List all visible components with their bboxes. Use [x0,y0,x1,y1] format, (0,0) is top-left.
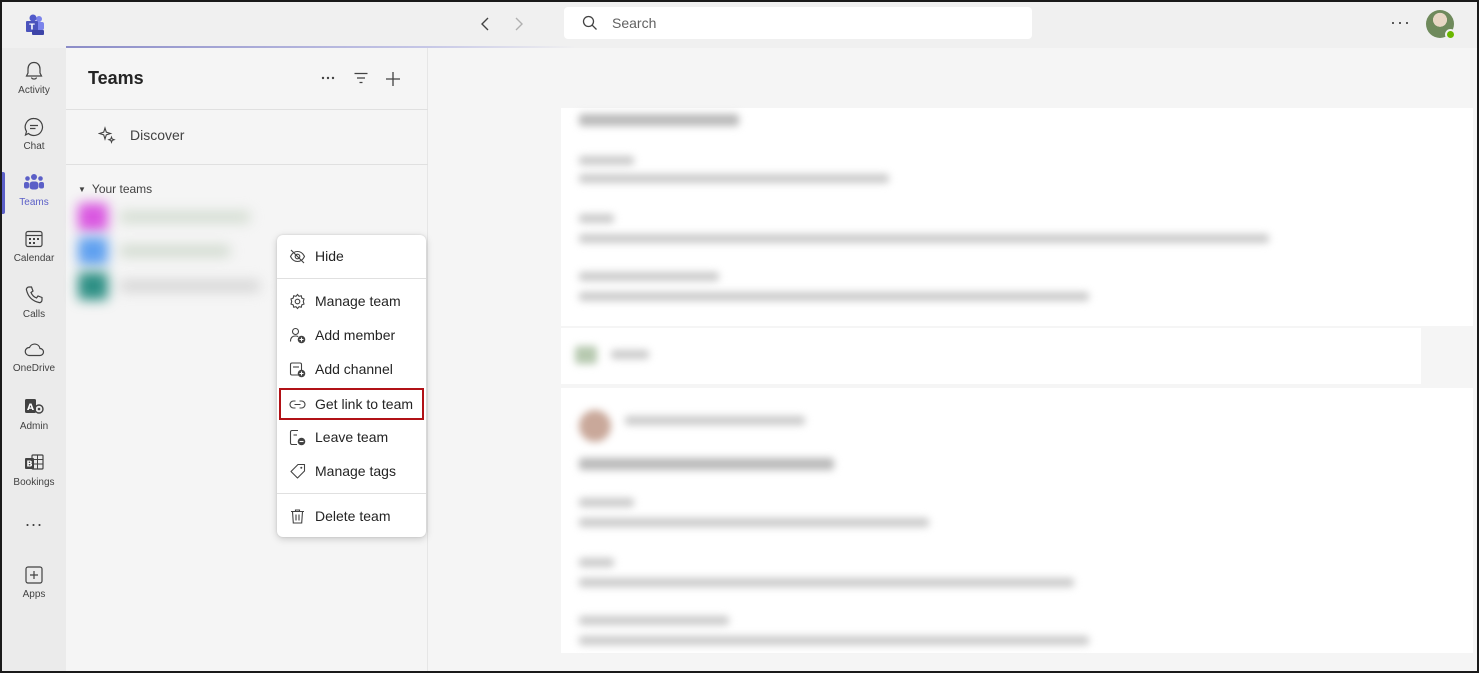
menu-label: Add channel [315,361,393,377]
menu-label: Hide [315,248,344,264]
leave-team-menu-item[interactable]: Leave team [281,423,422,451]
back-button[interactable] [476,14,496,34]
user-avatar[interactable] [1426,10,1454,38]
bell-icon [23,60,45,82]
menu-label: Manage tags [315,463,396,479]
rail-label: Calendar [2,253,66,264]
leave-icon [289,429,306,446]
post-card [561,108,1473,326]
rail-label: Calls [2,309,66,320]
panel-divider [66,164,428,165]
panel-title: Teams [88,68,144,89]
admin-icon: A [23,396,45,418]
menu-label: Delete team [315,508,390,524]
team-context-menu: Hide Manage team Add member Add channel … [277,235,426,537]
add-channel-menu-item[interactable]: Add channel [281,355,422,383]
rail-item-calls[interactable]: Calls [2,278,66,332]
delete-team-menu-item[interactable]: Delete team [281,502,422,530]
trash-icon [289,508,306,525]
filter-icon [353,70,369,86]
calendar-icon [23,228,45,250]
plus-icon [384,70,402,88]
search-placeholder: Search [612,15,656,31]
chat-icon [23,116,45,138]
get-link-menu-item[interactable]: Get link to team [281,390,422,418]
menu-separator [277,493,426,494]
more-options-button[interactable] [320,70,336,91]
rail-item-admin[interactable]: A Admin [2,390,66,444]
manage-team-menu-item[interactable]: Manage team [281,287,422,315]
sparkle-icon [98,126,116,144]
link-icon [289,396,306,413]
chevron-right-icon [508,14,528,34]
discover-label: Discover [130,127,184,143]
add-channel-icon [289,361,306,378]
rail-label: Teams [2,197,66,208]
create-team-button[interactable] [384,70,402,93]
app-rail: Activity Chat Teams Calendar Calls OneDr… [2,48,66,673]
search-box[interactable]: Search [564,7,1032,39]
add-person-icon [289,327,306,344]
discover-link[interactable]: Discover [98,126,184,144]
teams-window: T Search ··· Activity Chat Teams [0,0,1479,673]
rail-label: OneDrive [2,363,66,374]
presence-available-icon [1445,29,1456,40]
manage-tags-menu-item[interactable]: Manage tags [281,457,422,485]
title-bar: T Search ··· [2,2,1477,48]
reply-bar [561,328,1421,384]
rail-label: Admin [2,421,66,432]
menu-separator [277,278,426,279]
your-teams-header[interactable]: ▼ Your teams [78,182,152,196]
rail-item-calendar[interactable]: Calendar [2,222,66,276]
hide-menu-item[interactable]: Hide [281,242,422,270]
bookings-icon: B [23,452,45,474]
eye-off-icon [289,248,306,265]
rail-item-bookings[interactable]: B Bookings [2,446,66,500]
menu-label: Add member [315,327,395,343]
rail-label: Chat [2,141,66,152]
main-content [429,48,1477,673]
more-horizontal-icon [320,70,336,86]
rail-item-teams[interactable]: Teams [2,166,66,220]
menu-label: Get link to team [315,396,413,412]
teams-logo-icon: T [24,14,46,36]
team-item[interactable] [70,235,274,267]
section-label: Your teams [92,182,152,196]
caret-down-icon: ▼ [78,185,86,194]
add-app-icon [23,564,45,586]
filter-button[interactable] [353,70,369,91]
rail-item-apps[interactable]: Apps [2,558,66,612]
svg-text:A: A [27,403,34,413]
cloud-icon [23,340,45,360]
rail-label: Activity [2,85,66,96]
phone-icon [23,284,45,306]
forward-button[interactable] [508,14,528,34]
post-card [561,388,1473,653]
team-item[interactable] [70,270,274,302]
menu-label: Leave team [315,429,388,445]
rail-item-onedrive[interactable]: OneDrive [2,334,66,388]
tag-icon [289,463,306,480]
teams-icon [23,172,45,194]
gear-icon [289,293,306,310]
rail-item-activity[interactable]: Activity [2,54,66,108]
team-item[interactable] [70,201,274,233]
add-member-menu-item[interactable]: Add member [281,321,422,349]
svg-text:B: B [26,460,32,469]
rail-item-chat[interactable]: Chat [2,110,66,164]
more-apps-icon[interactable]: ... [2,510,66,531]
menu-label: Manage team [315,293,401,309]
rail-label: Apps [2,589,66,600]
chevron-left-icon [476,14,496,34]
panel-divider [66,109,428,110]
search-icon [582,15,598,31]
rail-label: Bookings [2,477,66,488]
more-options-icon[interactable]: ··· [1390,12,1411,33]
